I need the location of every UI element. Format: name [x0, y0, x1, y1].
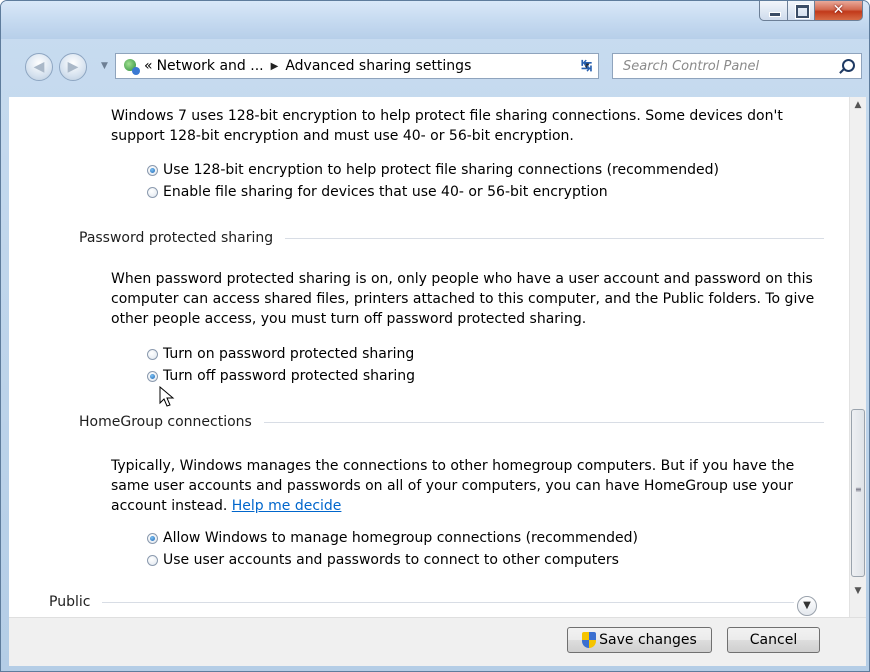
- breadcrumb-overflow[interactable]: «: [144, 58, 153, 74]
- minimize-button[interactable]: [759, 1, 788, 21]
- radio-unselected-icon[interactable]: [147, 348, 158, 360]
- radio-selected-icon[interactable]: [147, 370, 158, 382]
- mouse-cursor-icon: [159, 386, 175, 407]
- back-button[interactable]: ◀: [25, 53, 53, 81]
- radio-selected-icon[interactable]: [147, 532, 158, 544]
- section-title: HomeGroup connections: [79, 414, 252, 430]
- breadcrumb-separator-icon[interactable]: ▶: [271, 61, 279, 72]
- search-icon[interactable]: [842, 59, 855, 72]
- breadcrumb-network[interactable]: Network and ...: [157, 58, 264, 74]
- radio-turn-off-password[interactable]: Turn off password protected sharing: [147, 368, 415, 384]
- password-sharing-heading: Password protected sharing: [79, 230, 824, 246]
- search-input[interactable]: [613, 54, 838, 78]
- radio-use-128-bit[interactable]: Use 128-bit encryption to help protect f…: [147, 162, 719, 178]
- public-section-heading[interactable]: Public: [49, 594, 794, 610]
- forward-arrow-icon: ▶: [67, 59, 79, 75]
- close-icon: ✕: [832, 2, 845, 18]
- scroll-down-arrow-icon[interactable]: ▼: [850, 583, 866, 599]
- control-panel-window: ✕ ◀ ▶ ▼ « Network and ... ▶ Advanced sha…: [0, 0, 870, 672]
- title-bar[interactable]: ✕: [1, 1, 869, 39]
- search-box[interactable]: [612, 53, 862, 79]
- help-me-decide-link[interactable]: Help me decide: [232, 498, 342, 514]
- back-arrow-icon: ◀: [33, 59, 45, 75]
- address-bar[interactable]: « Network and ... ▶ Advanced sharing set…: [115, 53, 599, 79]
- refresh-icon: ↹: [580, 58, 593, 74]
- password-sharing-description: When password protected sharing is on, o…: [111, 271, 815, 327]
- radio-allow-windows-manage[interactable]: Allow Windows to manage homegroup connec…: [147, 530, 638, 546]
- expand-section-button[interactable]: ▼: [797, 596, 817, 616]
- radio-label: Allow Windows to manage homegroup connec…: [163, 530, 638, 546]
- homegroup-description-text: Typically, Windows manages the connectio…: [111, 458, 795, 514]
- radio-enable-40-56-bit[interactable]: Enable file sharing for devices that use…: [147, 184, 608, 200]
- homegroup-heading: HomeGroup connections: [79, 414, 824, 430]
- radio-unselected-icon[interactable]: [147, 554, 158, 566]
- homegroup-description: Typically, Windows manages the connectio…: [111, 456, 831, 516]
- caption-buttons: ✕: [759, 1, 863, 22]
- grip-icon: ≡: [855, 485, 862, 494]
- section-title: Public: [49, 594, 91, 610]
- scroll-up-arrow-icon[interactable]: ▲: [850, 97, 866, 113]
- radio-selected-icon[interactable]: [147, 164, 158, 176]
- close-button[interactable]: ✕: [815, 1, 863, 21]
- maximize-icon: [796, 5, 809, 18]
- network-icon: [122, 57, 140, 75]
- save-changes-button[interactable]: Save changes: [567, 627, 712, 653]
- radio-label: Turn off password protected sharing: [163, 368, 415, 384]
- forward-button[interactable]: ▶: [59, 53, 87, 81]
- breadcrumb-advanced-sharing[interactable]: Advanced sharing settings: [285, 58, 471, 74]
- radio-turn-on-password[interactable]: Turn on password protected sharing: [147, 346, 414, 362]
- radio-label: Use user accounts and passwords to conne…: [163, 552, 619, 568]
- radio-use-user-accounts[interactable]: Use user accounts and passwords to conne…: [147, 552, 619, 568]
- save-changes-label: Save changes: [599, 632, 697, 648]
- section-divider: [102, 601, 794, 603]
- cancel-button[interactable]: Cancel: [727, 627, 820, 653]
- dialog-footer: Save changes Cancel: [9, 617, 866, 666]
- settings-content: Windows 7 uses 128-bit encryption to hel…: [9, 97, 849, 617]
- chevron-down-icon: ▼: [803, 600, 811, 611]
- scrollbar-thumb[interactable]: ≡: [851, 409, 865, 577]
- cancel-label: Cancel: [749, 632, 798, 648]
- section-title: Password protected sharing: [79, 230, 274, 246]
- minimize-icon: [769, 12, 781, 17]
- section-divider: [285, 237, 824, 239]
- encryption-description: Windows 7 uses 128-bit encryption to hel…: [111, 108, 783, 144]
- navigation-bar: ◀ ▶ ▼ « Network and ... ▶ Advanced shari…: [1, 39, 869, 97]
- maximize-button[interactable]: [788, 1, 815, 21]
- section-divider: [263, 421, 824, 423]
- uac-shield-icon: [582, 632, 597, 648]
- radio-label: Use 128-bit encryption to help protect f…: [163, 162, 719, 178]
- refresh-button[interactable]: ↹: [574, 54, 599, 78]
- radio-label: Enable file sharing for devices that use…: [163, 184, 608, 200]
- radio-unselected-icon[interactable]: [147, 186, 158, 198]
- radio-label: Turn on password protected sharing: [163, 346, 415, 362]
- recent-pages-dropdown[interactable]: ▼: [101, 61, 108, 71]
- vertical-scrollbar[interactable]: ▲ ≡ ▼: [849, 97, 866, 617]
